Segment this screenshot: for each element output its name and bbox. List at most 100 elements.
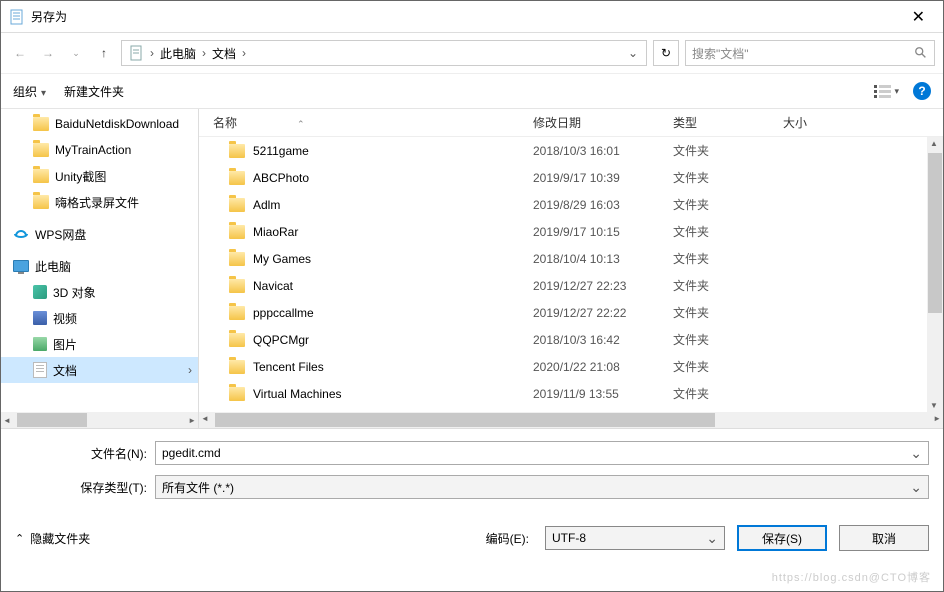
file-row[interactable]: QQPCMgr2018/10/3 16:42文件夹 <box>199 326 943 353</box>
notepad-icon <box>9 9 25 25</box>
sidebar-label: 视频 <box>53 310 77 327</box>
sidebar-item[interactable]: 文档 <box>1 357 198 383</box>
sidebar-label: WPS网盘 <box>35 226 86 243</box>
sidebar-label: BaiduNetdiskDownload <box>55 117 179 131</box>
breadcrumb-dropdown[interactable]: ⌄ <box>622 46 644 60</box>
vertical-scrollbar[interactable] <box>927 137 943 412</box>
folder-icon <box>229 252 245 266</box>
file-row[interactable]: MiaoRar 2019/9/17 10:15文件夹 <box>199 218 943 245</box>
refresh-button[interactable]: ↻ <box>653 40 679 66</box>
sort-indicator: ⌃ <box>297 119 305 129</box>
sidebar-label: 此电脑 <box>35 258 71 275</box>
sidebar-item[interactable]: 图片 <box>1 331 198 357</box>
folder-icon <box>229 360 245 374</box>
file-row[interactable]: Adlm 2019/8/29 16:03文件夹 <box>199 191 943 218</box>
filetype-select[interactable]: 所有文件 (*.*) <box>155 475 929 499</box>
folder-icon <box>229 144 245 158</box>
col-type[interactable]: 类型 <box>673 114 783 131</box>
chevron-icon[interactable]: › <box>148 46 156 60</box>
folder-icon <box>229 279 245 293</box>
up-button[interactable]: ↑ <box>93 42 115 64</box>
file-type: 文件夹 <box>673 223 783 240</box>
encoding-label: 编码(E): <box>486 530 529 547</box>
chevron-icon[interactable]: › <box>240 46 248 60</box>
horizontal-scrollbar[interactable] <box>199 412 943 428</box>
sidebar-item[interactable]: 视频 <box>1 305 198 331</box>
sidebar-item[interactable]: 此电脑 <box>1 253 198 279</box>
watermark: https://blog.csdn@CTO博客 <box>772 569 931 585</box>
sidebar-scrollbar[interactable] <box>1 412 198 428</box>
file-type: 文件夹 <box>673 250 783 267</box>
file-type: 文件夹 <box>673 142 783 159</box>
forward-button: → <box>37 42 59 64</box>
sidebar-label: 嗨格式录屏文件 <box>55 194 139 211</box>
file-row[interactable]: ABCPhoto2019/9/17 10:39文件夹 <box>199 164 943 191</box>
back-button[interactable]: ← <box>9 42 31 64</box>
sidebar-item[interactable]: Unity截图 <box>1 163 198 189</box>
col-date[interactable]: 修改日期 <box>533 114 673 131</box>
folder-icon <box>229 225 245 239</box>
file-row[interactable]: pppccallme2019/12/27 22:22文件夹 <box>199 299 943 326</box>
search-input[interactable]: 搜索"文档" <box>685 40 935 66</box>
organize-menu[interactable]: 组织 <box>13 83 46 100</box>
chevron-icon[interactable]: › <box>200 46 208 60</box>
encoding-select[interactable]: UTF-8 <box>545 526 725 550</box>
sidebar-item[interactable]: 嗨格式录屏文件 <box>1 189 198 215</box>
toolbar: 组织 新建文件夹 ▾ ? <box>1 73 943 109</box>
file-name: Adlm <box>253 198 280 212</box>
file-name: ABCPhoto <box>253 171 309 185</box>
breadcrumb-seg-docs[interactable]: 文档 <box>208 45 240 62</box>
sidebar-item[interactable]: WPS网盘 <box>1 221 198 247</box>
breadcrumb[interactable]: › 此电脑 › 文档 › ⌄ <box>121 40 647 66</box>
help-button[interactable]: ? <box>913 82 931 100</box>
cancel-button[interactable]: 取消 <box>839 525 929 551</box>
file-type: 文件夹 <box>673 331 783 348</box>
sidebar-item[interactable]: 3D 对象 <box>1 279 198 305</box>
file-date: 2019/8/29 16:03 <box>533 198 673 212</box>
close-icon[interactable]: ✕ <box>902 3 935 31</box>
file-date: 2019/9/17 10:39 <box>533 171 673 185</box>
file-name: My Games <box>253 252 311 266</box>
view-options[interactable]: ▾ <box>874 84 899 98</box>
recent-dropdown[interactable]: ⌄ <box>65 42 87 64</box>
search-placeholder: 搜索"文档" <box>692 45 914 62</box>
col-size[interactable]: 大小 <box>783 114 843 131</box>
sidebar-label: Unity截图 <box>55 168 106 185</box>
file-name: MiaoRar <box>253 225 298 239</box>
file-date: 2019/9/17 10:15 <box>533 225 673 239</box>
titlebar: 另存为 ✕ <box>1 1 943 33</box>
sidebar-item[interactable]: BaiduNetdiskDownload <box>1 111 198 137</box>
file-row[interactable]: Navicat2019/12/27 22:23文件夹 <box>199 272 943 299</box>
file-date: 2020/1/22 21:08 <box>533 360 673 374</box>
file-date: 2019/11/9 13:55 <box>533 387 673 401</box>
sidebar-label: 3D 对象 <box>53 284 96 301</box>
sidebar-label: MyTrainAction <box>55 143 131 157</box>
save-button[interactable]: 保存(S) <box>737 525 827 551</box>
sidebar-item[interactable]: MyTrainAction <box>1 137 198 163</box>
hide-folders-toggle[interactable]: 隐藏文件夹 <box>15 530 90 547</box>
file-type: 文件夹 <box>673 358 783 375</box>
file-name: pppccallme <box>253 306 314 320</box>
file-name: Tencent Files <box>253 360 324 374</box>
file-row[interactable]: 5211game2018/10/3 16:01文件夹 <box>199 137 943 164</box>
filetype-label: 保存类型(T): <box>15 479 155 496</box>
filename-input[interactable]: pgedit.cmd <box>155 441 929 465</box>
file-type: 文件夹 <box>673 196 783 213</box>
folder-icon <box>229 333 245 347</box>
footer: 隐藏文件夹 编码(E): UTF-8 保存(S) 取消 <box>1 519 943 561</box>
file-type: 文件夹 <box>673 277 783 294</box>
file-row[interactable]: Virtual Machines2019/11/9 13:55文件夹 <box>199 380 943 407</box>
new-folder-button[interactable]: 新建文件夹 <box>64 83 124 100</box>
column-headers[interactable]: 名称 ⌃ 修改日期 类型 大小 <box>199 109 943 137</box>
file-name: QQPCMgr <box>253 333 309 347</box>
file-row[interactable]: Tencent Files 2020/1/22 21:08文件夹 <box>199 353 943 380</box>
sidebar-label: 图片 <box>53 336 77 353</box>
col-name[interactable]: 名称 <box>213 116 237 130</box>
breadcrumb-seg-pc[interactable]: 此电脑 <box>156 45 200 62</box>
file-date: 2018/10/4 10:13 <box>533 252 673 266</box>
file-date: 2018/10/3 16:01 <box>533 144 673 158</box>
file-type: 文件夹 <box>673 385 783 402</box>
file-type: 文件夹 <box>673 304 783 321</box>
file-pane: 名称 ⌃ 修改日期 类型 大小 5211game2018/10/3 16:01文件… <box>199 109 943 428</box>
file-row[interactable]: My Games 2018/10/4 10:13文件夹 <box>199 245 943 272</box>
